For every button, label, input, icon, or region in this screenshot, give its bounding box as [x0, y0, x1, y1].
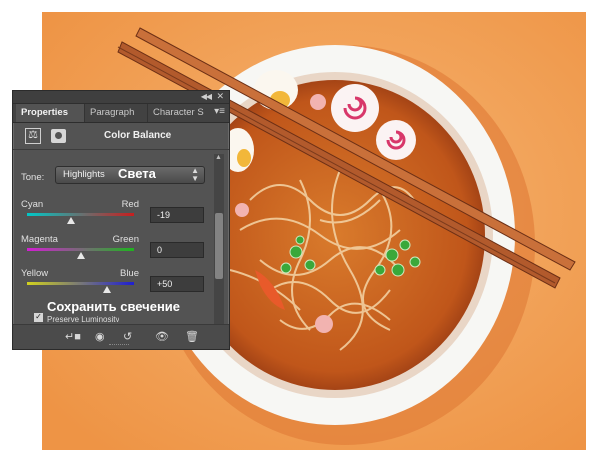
slider-value-field[interactable]: +50 [150, 276, 204, 292]
tone-annotation: Света [118, 166, 156, 181]
layer-mask-icon[interactable] [51, 129, 66, 143]
slider-track[interactable] [27, 248, 134, 251]
slider-track[interactable] [27, 213, 134, 216]
double-chevron-icon[interactable]: ◀◀ [201, 92, 212, 101]
slider-value-field[interactable]: -19 [150, 207, 204, 223]
tab-properties[interactable]: Properties [16, 104, 84, 122]
clip-to-layer-icon[interactable]: ↵■ [65, 330, 81, 343]
slider-right-label: Red [121, 199, 139, 210]
tone-label: Tone: [21, 172, 45, 183]
close-icon[interactable]: ✕ [216, 91, 224, 102]
preserve-luminosity-checkbox[interactable]: ✓ [34, 313, 43, 322]
balance-scale-icon[interactable]: ⚖ [25, 128, 41, 144]
slider-right-label: Green [112, 234, 139, 245]
adjustment-header: ⚖ Color Balance [13, 123, 229, 150]
slider-thumb[interactable] [76, 252, 85, 259]
preserve-luminosity-label: Preserve Luminosity [47, 315, 120, 322]
panel-bottom-bar: ↵■ ◉ ↺ 👁 🗑 [13, 324, 229, 349]
panel-tab-bar: Properties Paragraph Character S ▾≡ [13, 104, 229, 123]
resize-grip[interactable] [109, 344, 129, 347]
view-previous-icon[interactable]: ◉ [95, 330, 105, 343]
preserve-annotation: Сохранить свечение [47, 299, 181, 314]
tab-character[interactable]: Character S [147, 104, 213, 122]
scroll-thumb[interactable] [215, 213, 223, 279]
updown-arrows-icon: ▲ ▼ [191, 166, 199, 183]
visibility-eye-icon[interactable]: 👁 [155, 330, 169, 343]
tone-dropdown[interactable]: Highlights Света ▲ ▼ [55, 166, 205, 184]
trash-icon[interactable]: 🗑 [185, 330, 199, 343]
scroll-up-icon[interactable]: ▲ [215, 154, 222, 161]
slider-track[interactable] [27, 282, 134, 285]
slider-left-label: Magenta [21, 234, 58, 245]
slider-thumb[interactable] [66, 217, 75, 224]
adjustment-title: Color Balance [104, 130, 172, 141]
panel-title-bar[interactable]: ◀◀ ✕ [13, 91, 229, 104]
tab-paragraph[interactable]: Paragraph [84, 104, 146, 122]
slider-thumb[interactable] [103, 286, 112, 293]
slider-left-label: Yellow [21, 268, 49, 279]
properties-panel: ◀◀ ✕ Properties Paragraph Character S ▾≡… [12, 90, 230, 350]
slider-left-label: Cyan [21, 199, 44, 210]
tone-value: Highlights [63, 169, 105, 180]
reset-icon[interactable]: ↺ [123, 330, 132, 343]
panel-scrollbar[interactable]: ▲ ▼ [214, 154, 224, 341]
slider-value-field[interactable]: 0 [150, 242, 204, 258]
slider-right-label: Blue [119, 268, 139, 279]
panel-menu-icon[interactable]: ▾≡ [214, 106, 225, 117]
